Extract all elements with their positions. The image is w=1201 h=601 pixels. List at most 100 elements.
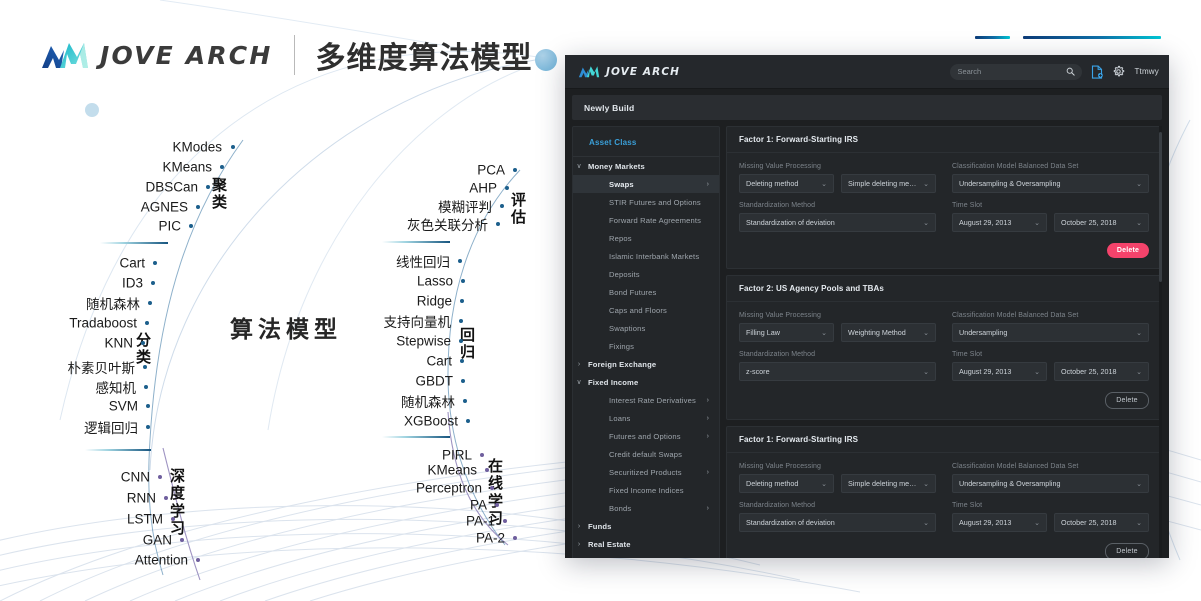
accent-bars [975,36,1161,39]
missing-value-method-select[interactable]: Filling Law ⌄ [739,323,834,342]
sidebar-item-islamic-interbank-markets[interactable]: Islamic Interbank Markets [573,247,719,265]
time-slot-group: Time Slot August 29, 2013 ⌄ October 25, 201… [952,202,1149,232]
chevron-down-icon[interactable]: ⌄ [923,480,929,488]
search-icon[interactable] [1066,67,1076,76]
chevron-right-icon[interactable]: › [573,361,585,368]
sidebar-item-deposits[interactable]: Deposits [573,265,719,283]
chevron-down-icon[interactable]: ⌄ [923,519,929,527]
sidebar-item-fixed-income[interactable]: ∨ Fixed Income [573,373,719,391]
balanced-data-label: Classification Model Balanced Data Set [952,463,1079,470]
sidebar-item-swaptions[interactable]: Swaptions [573,319,719,337]
factor-card-actions: Delete [739,390,1149,411]
chevron-right-icon[interactable]: › [707,181,709,188]
missing-value-detail-select[interactable]: Simple deleting method ⌄ [841,474,936,493]
node-pa-2: PA-2 [475,530,505,546]
missing-value-method-select[interactable]: Deleting method ⌄ [739,174,834,193]
sidebar-item-securitized-products[interactable]: Securitized Products › [573,463,719,481]
sidebar-item-loans[interactable]: Loans › [573,409,719,427]
delete-button[interactable]: Delete [1105,543,1149,558]
balanced-data-select[interactable]: Undersampling & Oversampling ⌄ [952,174,1149,193]
time-slot-to-select[interactable]: October 25, 2018 ⌄ [1054,213,1149,232]
standardization-label: Standardization Method [739,202,816,209]
sidebar-item-bond-futures[interactable]: Bond Futures [573,283,719,301]
factor-card-left-column: Missing Value Processing Deleting method ⌄… [739,463,936,541]
chevron-down-icon[interactable]: ⌄ [821,480,827,488]
sidebar-item-funds[interactable]: › Funds [573,517,719,535]
chevron-right-icon[interactable]: › [707,433,709,440]
search-box[interactable] [950,63,1083,80]
sidebar-item-label: Real Estate [588,539,631,549]
balanced-data-select[interactable]: Undersampling & Oversampling ⌄ [952,474,1149,493]
scrollbar-thumb[interactable] [1159,132,1162,282]
sidebar-item-label: Funds [588,521,612,531]
missing-value-method-select-value: Filling Law [746,328,780,337]
chevron-down-icon[interactable]: ∨ [573,163,585,170]
chevron-right-icon[interactable]: › [707,469,709,476]
time-slot-from-select[interactable]: August 29, 2013 ⌄ [952,513,1047,532]
group-label-classification: 分类 [136,331,152,366]
node-dot [458,259,462,263]
chevron-right-icon[interactable]: › [707,397,709,404]
chevron-down-icon[interactable]: ⌄ [1136,180,1142,188]
sidebar-item-fixed-income-indices[interactable]: Fixed Income Indices [573,481,719,499]
chevron-down-icon[interactable]: ⌄ [923,368,929,376]
chevron-down-icon[interactable]: ∨ [573,379,585,386]
chevron-down-icon[interactable]: ⌄ [1136,329,1142,337]
sidebar-item-swaps[interactable]: Swaps › [573,175,719,193]
sidebar-item-real-estate[interactable]: › Real Estate [573,535,719,553]
sidebar-item-futures-and-options[interactable]: Futures and Options › [573,427,719,445]
gear-icon[interactable] [1112,65,1125,78]
standardization-label: Standardization Method [739,351,816,358]
chevron-down-icon[interactable]: ⌄ [923,219,929,227]
chevron-right-icon[interactable]: › [707,415,709,422]
username-label[interactable]: Ttmwy [1134,67,1159,76]
time-slot-to-select[interactable]: October 25, 2018 ⌄ [1054,362,1149,381]
chevron-down-icon[interactable]: ⌄ [1136,368,1142,376]
chevron-down-icon[interactable]: ⌄ [1136,519,1142,527]
map-separator-right-2 [382,436,450,438]
standardization-select[interactable]: Standardization of deviation ⌄ [739,513,936,532]
standardization-select[interactable]: z-score ⌄ [739,362,936,381]
chevron-down-icon[interactable]: ⌄ [821,180,827,188]
missing-value-method-select[interactable]: Deleting method ⌄ [739,474,834,493]
sidebar-item-forward-rate-agreements[interactable]: Forward Rate Agreements [573,211,719,229]
time-slot-label: Time Slot [952,502,983,509]
standardization-group: Standardization Method z-score ⌄ [739,351,936,381]
chevron-right-icon[interactable]: › [573,523,585,530]
sidebar-item-money-markets[interactable]: ∨ Money Markets [573,157,719,175]
time-slot-from-select[interactable]: August 29, 2013 ⌄ [952,362,1047,381]
delete-button[interactable]: Delete [1105,392,1149,409]
time-slot-to-select-value: October 25, 2018 [1061,518,1117,527]
node-perceptron-cls: 感知机 [95,381,137,396]
delete-button[interactable]: Delete [1107,243,1149,258]
missing-value-detail-select[interactable]: Weighting Method ⌄ [841,323,936,342]
chevron-down-icon[interactable]: ⌄ [923,180,929,188]
chevron-down-icon[interactable]: ⌄ [821,329,827,337]
sidebar-item-credit-default-swaps[interactable]: Credit default Swaps [573,445,719,463]
balanced-data-select[interactable]: Undersampling ⌄ [952,323,1149,342]
chevron-right-icon[interactable]: › [707,505,709,512]
sidebar-item-stir-futures-and-options[interactable]: STIR Futures and Options [573,193,719,211]
chevron-down-icon[interactable]: ⌄ [1136,480,1142,488]
sidebar-item-repos[interactable]: Repos [573,229,719,247]
sidebar-item-foreign-exchange[interactable]: › Foreign Exchange [573,355,719,373]
tab-newly-build[interactable]: Newly Build [572,95,1162,120]
chevron-down-icon[interactable]: ⌄ [1136,219,1142,227]
chevron-down-icon[interactable]: ⌄ [1034,368,1040,376]
chevron-down-icon[interactable]: ⌄ [1034,219,1040,227]
missing-value-detail-select[interactable]: Simple deleting method ⌄ [841,174,936,193]
chevron-right-icon[interactable]: › [573,541,585,548]
sidebar-item-fixings[interactable]: Fixings [573,337,719,355]
sidebar-item-caps-and-floors[interactable]: Caps and Floors [573,301,719,319]
node-dot [151,281,155,285]
standardization-select[interactable]: Standardization of deviation ⌄ [739,213,936,232]
sidebar-item-interest-rate-derivatives[interactable]: Interest Rate Derivatives › [573,391,719,409]
search-input[interactable] [957,67,1067,76]
content-scrollbar[interactable] [1159,126,1162,558]
chevron-down-icon[interactable]: ⌄ [923,329,929,337]
sidebar-item-bonds[interactable]: Bonds › [573,499,719,517]
time-slot-to-select[interactable]: October 25, 2018 ⌄ [1054,513,1149,532]
chevron-down-icon[interactable]: ⌄ [1034,519,1040,527]
time-slot-from-select[interactable]: August 29, 2013 ⌄ [952,213,1047,232]
new-document-icon[interactable] [1091,64,1104,79]
